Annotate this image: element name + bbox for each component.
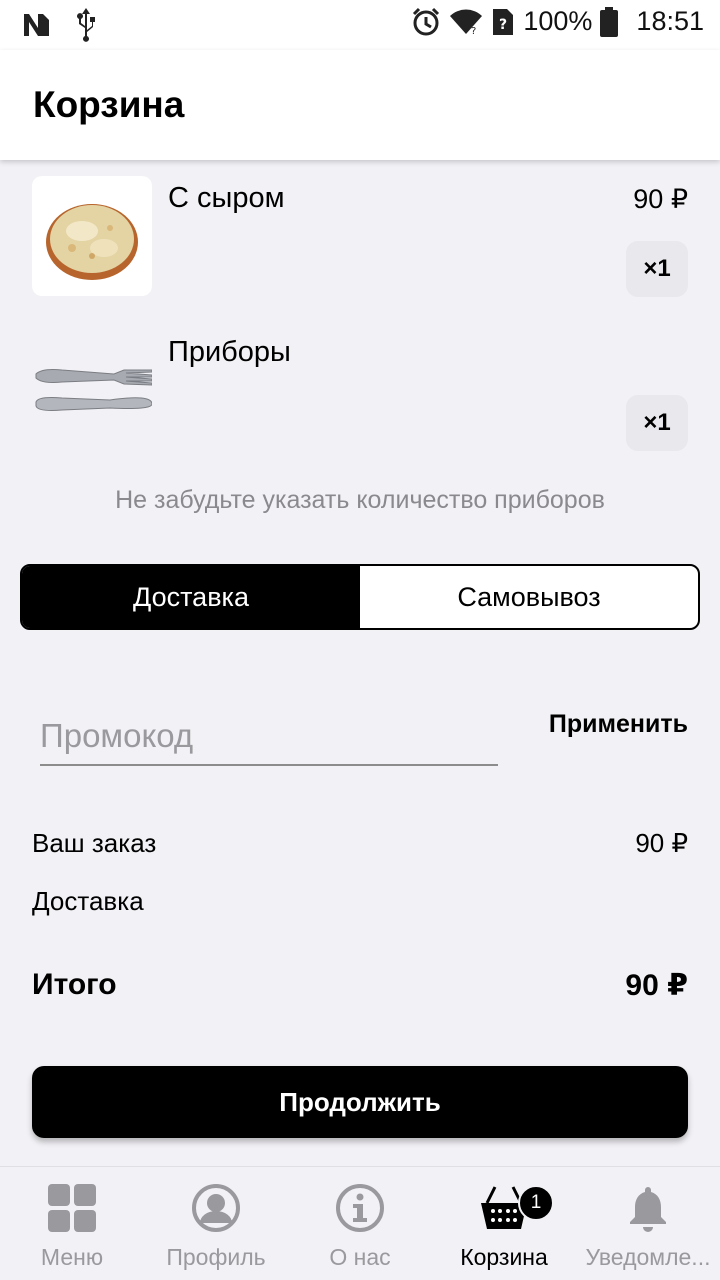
nav-label: Меню — [40, 1244, 104, 1270]
nav-item-menu[interactable]: Меню — [0, 1167, 144, 1280]
pizza-image — [32, 176, 152, 296]
total-row: Итого 90 ₽ — [32, 968, 688, 1003]
cutlery-image — [32, 330, 152, 450]
delivery-method-toggle: Доставка Самовывоз — [20, 564, 700, 630]
clock: 18:51 — [636, 6, 704, 36]
cart-item[interactable]: С сыром 90 ₽ ×1 — [0, 176, 720, 316]
grid-icon — [47, 1183, 97, 1238]
apply-promo-button[interactable]: Применить — [549, 710, 688, 739]
app-header: Корзина — [0, 50, 720, 160]
promo-code-input[interactable] — [40, 708, 498, 766]
page-title: Корзина — [33, 84, 185, 125]
order-value: 90 ₽ — [635, 828, 688, 858]
cart-item[interactable]: Приборы ×1 — [0, 330, 720, 470]
svg-text:?: ? — [471, 26, 476, 36]
order-subtotal-row: Ваш заказ 90 ₽ — [32, 828, 688, 859]
cart-count-badge: 1 — [518, 1185, 554, 1221]
svg-text:?: ? — [499, 17, 507, 33]
usb-icon — [74, 8, 98, 42]
item-name: Приборы — [168, 336, 291, 368]
total-value: 90 ₽ — [625, 969, 688, 1002]
wifi-icon: ? — [449, 8, 483, 36]
total-label: Итого — [32, 968, 117, 1001]
nav-item-about[interactable]: О нас — [288, 1167, 432, 1280]
quantity-button[interactable]: ×1 — [626, 395, 688, 451]
nav-item-profile[interactable]: Профиль — [144, 1167, 288, 1280]
nav-item-notifications[interactable]: Уведомле... — [576, 1167, 720, 1280]
nav-item-cart[interactable]: 1 Корзина — [432, 1167, 576, 1280]
alarm-icon — [411, 7, 441, 37]
item-price: 90 ₽ — [633, 184, 688, 214]
bell-icon — [623, 1183, 673, 1238]
nav-label: Уведомле... — [585, 1244, 711, 1270]
n-notification-icon — [22, 12, 50, 38]
continue-button[interactable]: Продолжить — [32, 1066, 688, 1138]
bottom-navigation: Меню Профиль О нас 1 Корзина Уведомле... — [0, 1166, 720, 1280]
sim-icon: ? — [491, 7, 515, 37]
nav-label: Профиль — [166, 1244, 266, 1270]
cutlery-hint: Не забудьте указать количество приборов — [115, 486, 605, 514]
quantity-button[interactable]: ×1 — [626, 241, 688, 297]
info-icon — [335, 1183, 385, 1238]
delivery-option[interactable]: Доставка — [22, 566, 360, 628]
profile-icon — [191, 1183, 241, 1238]
delivery-cost-row: Доставка — [32, 886, 688, 917]
order-label: Ваш заказ — [32, 828, 157, 858]
nav-label: О нас — [329, 1244, 391, 1270]
pickup-option[interactable]: Самовывоз — [360, 566, 698, 628]
item-name: С сыром — [168, 182, 285, 214]
delivery-label: Доставка — [32, 886, 144, 916]
status-bar: ? ? 100% 18:51 — [0, 0, 720, 50]
nav-label: Корзина — [460, 1244, 548, 1270]
battery-text: 100% — [523, 6, 593, 36]
battery-icon — [600, 6, 619, 37]
